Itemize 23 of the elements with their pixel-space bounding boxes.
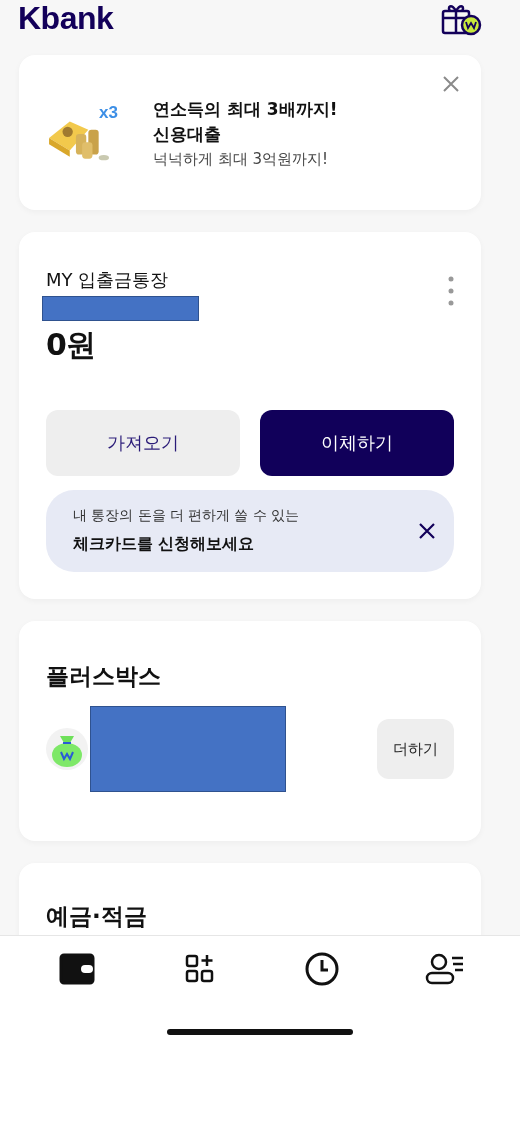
promo-title: 신용대출	[153, 122, 222, 146]
transfer-button[interactable]: 이체하기	[260, 410, 454, 476]
more-icon[interactable]	[448, 276, 454, 306]
account-balance: 0원	[46, 326, 96, 364]
kbank-logo: Kbank	[18, 0, 114, 37]
close-icon[interactable]	[418, 522, 436, 540]
money-bag-icon	[46, 728, 88, 770]
account-name[interactable]: MY 입출금통장	[46, 268, 199, 292]
multiplier-label: x3	[99, 102, 118, 123]
add-grid-icon[interactable]	[184, 953, 215, 984]
section-title: 플러스박스	[46, 662, 162, 691]
add-button[interactable]: 더하기	[377, 719, 454, 779]
banner-title: 체크카드를 신청해보세요	[73, 534, 256, 555]
promo-card[interactable]: x3 연소득의 최대 3배까지! 신용대출 넉넉하게 최대 3억원까지!	[19, 55, 481, 210]
banner-text: 내 통장의 돈을 더 편하게 쓸 수 있는	[73, 507, 300, 525]
card-offer-banner[interactable]: 내 통장의 돈을 더 편하게 쓸 수 있는 체크카드를 신청해보세요	[46, 490, 454, 572]
promo-subtitle: 넉넉하게 최대 3억원까지!	[153, 149, 330, 169]
clock-icon[interactable]	[305, 951, 340, 986]
profile-icon[interactable]	[424, 952, 465, 985]
promo-title: 연소득의 최대 3배까지!	[153, 97, 338, 121]
fetch-button[interactable]: 가져오기	[46, 410, 240, 476]
wallet-icon[interactable]	[59, 952, 96, 985]
section-title: 예금·적금	[46, 902, 148, 931]
